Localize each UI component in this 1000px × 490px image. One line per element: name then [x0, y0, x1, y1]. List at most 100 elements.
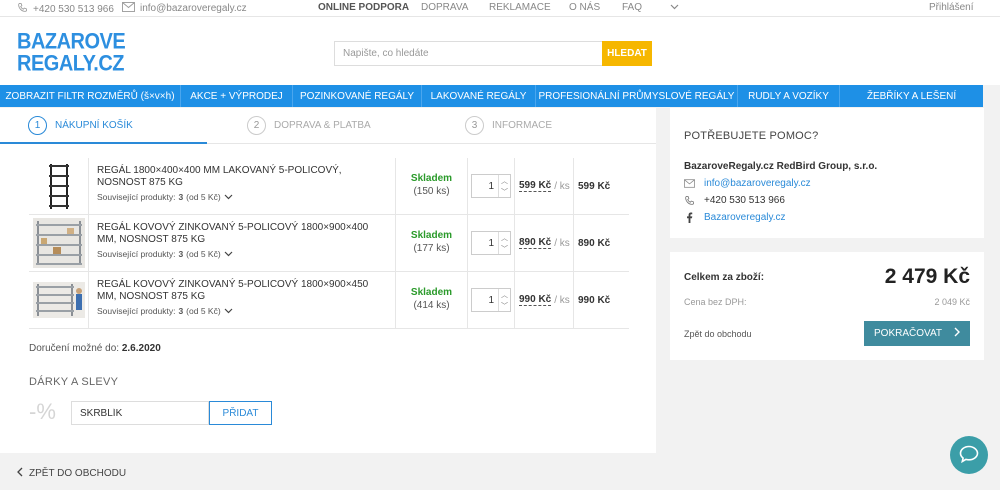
top-phone-text: +420 530 513 966 [33, 3, 114, 15]
facebook-icon [684, 212, 695, 223]
unit-price-value: 599 Kč [519, 180, 552, 192]
help-phone[interactable]: +420 530 513 966 [684, 195, 970, 206]
chevron-down-icon[interactable] [670, 2, 679, 13]
category-painted[interactable]: LAKOVANÉ REGÁLY [422, 85, 536, 107]
coupon-input[interactable] [71, 401, 209, 425]
step-number: 1 [28, 116, 47, 135]
phone-icon [684, 195, 695, 206]
stock-label: Skladem [410, 173, 453, 184]
product-name[interactable]: REGÁL KOVOVÝ ZINKOVANÝ 5-POLICOVÝ 1800×9… [97, 222, 387, 246]
unit-price-value: 890 Kč [519, 237, 552, 249]
chevron-down-icon[interactable]: ﹀ [499, 186, 510, 197]
chevron-up-icon[interactable]: ︿ [499, 289, 510, 300]
help-facebook-text: Bazaroveregaly.cz [704, 212, 786, 223]
quantity-stepper: 1 ︿ ﹀ [468, 158, 515, 214]
chevron-left-icon [17, 467, 23, 480]
related-products[interactable]: Související produkty: 3 (od 5 Kč) [97, 192, 387, 202]
step-cart[interactable]: 1 NÁKUPNÍ KOŠÍK [28, 116, 133, 135]
chevron-down-icon [224, 192, 233, 202]
delivery-date: 2.6.2020 [121, 343, 161, 354]
login-link[interactable]: Přihlášení [929, 2, 973, 13]
help-company: BazaroveRegaly.cz RedBird Group, s.r.o. [684, 161, 878, 172]
chevron-up-icon[interactable]: ︿ [499, 175, 510, 186]
continue-button[interactable]: POKRAČOVAT [864, 321, 970, 346]
related-extra: (od 5 Kč) [186, 306, 221, 316]
chevron-up-icon[interactable]: ︿ [499, 232, 510, 243]
total-value: 2 479 Kč [884, 265, 970, 288]
top-email-text: info@bazaroveregaly.cz [140, 3, 247, 14]
category-nav: ZOBRAZIT FILTR ROZMĚRŮ (š×v×h) AKCE + VÝ… [0, 85, 983, 107]
search-button[interactable]: HLEDAT [602, 41, 652, 66]
apply-coupon-button[interactable]: PŘIDAT [209, 401, 272, 425]
search-input[interactable] [334, 41, 602, 66]
stock-count: (150 ks) [413, 186, 450, 197]
product-name[interactable]: REGÁL 1800×400×400 MM LAKOVANÝ 5-POLICOV… [97, 165, 387, 189]
header: BAZAROVE REGALY.CZ HLEDAT [0, 17, 1000, 85]
top-nav-about[interactable]: O NÁS [569, 2, 622, 13]
cart-row: REGÁL KOVOVÝ ZINKOVANÝ 5-POLICOVÝ 1800×9… [29, 215, 629, 272]
category-trolleys[interactable]: RUDLY A VOZÍKY [738, 85, 840, 107]
search-bar: HLEDAT [334, 41, 652, 66]
related-products[interactable]: Související produkty: 3 (od 5 Kč) [97, 306, 387, 316]
help-email-text: info@bazaroveregaly.cz [704, 178, 811, 189]
unit-label: / ks [554, 180, 570, 192]
top-phone[interactable]: +420 530 513 966 [17, 2, 114, 16]
related-products[interactable]: Související produkty: 3 (od 5 Kč) [97, 249, 387, 259]
stock-label: Skladem [410, 230, 453, 241]
delivery-label: Doručení možné do: [29, 343, 120, 354]
top-bar: +420 530 513 966 info@bazaroveregaly.cz … [0, 0, 1000, 17]
total-label: Celkem za zboží: [684, 272, 765, 283]
top-nav-complaints[interactable]: REKLAMACE [489, 2, 569, 13]
related-count: 3 [178, 192, 184, 202]
phone-icon [17, 2, 28, 16]
category-industrial[interactable]: PROFESIONÁLNÍ PRŮMYSLOVÉ REGÁLY [536, 85, 738, 107]
step-shipping[interactable]: 2 DOPRAVA & PLATBA [247, 116, 371, 135]
logo[interactable]: BAZAROVE REGALY.CZ [17, 29, 126, 77]
help-facebook[interactable]: Bazaroveregaly.cz [684, 212, 970, 223]
unit-price: 599 Kč / ks [515, 158, 574, 214]
category-ladders[interactable]: ŽEBŘÍKY A LEŠENÍ [840, 85, 983, 107]
product-thumbnail[interactable] [29, 215, 89, 271]
category-sale[interactable]: AKCE + VÝPRODEJ [181, 85, 293, 107]
back-to-shop-link[interactable]: ZPĚT DO OBCHODU [17, 467, 126, 480]
logo-line-1: BAZAROVE [17, 29, 126, 55]
product-thumbnail[interactable] [29, 272, 89, 328]
cart-panel: 1 NÁKUPNÍ KOŠÍK 2 DOPRAVA & PLATBA 3 INF… [0, 108, 656, 453]
chevron-right-icon [954, 327, 960, 340]
unit-price-value: 990 Kč [519, 294, 552, 306]
product-info: REGÁL KOVOVÝ ZINKOVANÝ 5-POLICOVÝ 1800×9… [89, 215, 396, 271]
chevron-down-icon[interactable]: ﹀ [499, 243, 510, 254]
cart-row: REGÁL KOVOVÝ ZINKOVANÝ 5-POLICOVÝ 1800×9… [29, 272, 629, 329]
quantity-input[interactable]: 1 [472, 289, 498, 311]
row-total: 890 Kč [578, 237, 611, 249]
category-galvanized[interactable]: POZINKOVANÉ REGÁLY [293, 85, 422, 107]
logo-line-2: REGALY.CZ [17, 51, 125, 77]
active-step-underline [0, 142, 207, 144]
product-thumbnail[interactable] [29, 158, 89, 214]
product-info: REGÁL 1800×400×400 MM LAKOVANÝ 5-POLICOV… [89, 158, 396, 214]
chevron-down-icon [224, 249, 233, 259]
top-email[interactable]: info@bazaroveregaly.cz [122, 2, 247, 15]
checkout-steps: 1 NÁKUPNÍ KOŠÍK 2 DOPRAVA & PLATBA 3 INF… [0, 108, 656, 144]
step-information[interactable]: 3 INFORMACE [465, 116, 552, 135]
unit-price: 890 Kč / ks [515, 215, 574, 271]
top-nav-faq[interactable]: FAQ [622, 2, 670, 13]
product-name[interactable]: REGÁL KOVOVÝ ZINKOVANÝ 5-POLICOVÝ 1800×9… [97, 279, 387, 303]
top-nav-online-support[interactable]: ONLINE PODPORA [318, 2, 421, 13]
quantity-input[interactable]: 1 [472, 175, 498, 197]
top-nav-shipping[interactable]: DOPRAVA [421, 2, 489, 13]
help-email[interactable]: info@bazaroveregaly.cz [684, 178, 970, 189]
quantity-input[interactable]: 1 [472, 232, 498, 254]
help-title: POTŘEBUJETE POMOC? [684, 130, 819, 142]
step-label: DOPRAVA & PLATBA [274, 120, 371, 131]
category-dimension-filter[interactable]: ZOBRAZIT FILTR ROZMĚRŮ (š×v×h) [0, 85, 181, 107]
chat-icon [959, 445, 979, 466]
stock-status: Skladem (150 ks) [396, 158, 468, 214]
help-box: POTŘEBUJETE POMOC? BazaroveRegaly.cz Red… [670, 108, 984, 238]
quantity-stepper: 1 ︿ ﹀ [468, 272, 515, 328]
related-extra: (od 5 Kč) [186, 249, 221, 259]
product-info: REGÁL KOVOVÝ ZINKOVANÝ 5-POLICOVÝ 1800×9… [89, 272, 396, 328]
chat-button[interactable] [950, 436, 988, 474]
back-to-shop-summary-link[interactable]: Zpět do obchodu [684, 329, 752, 339]
chevron-down-icon[interactable]: ﹀ [499, 300, 510, 311]
